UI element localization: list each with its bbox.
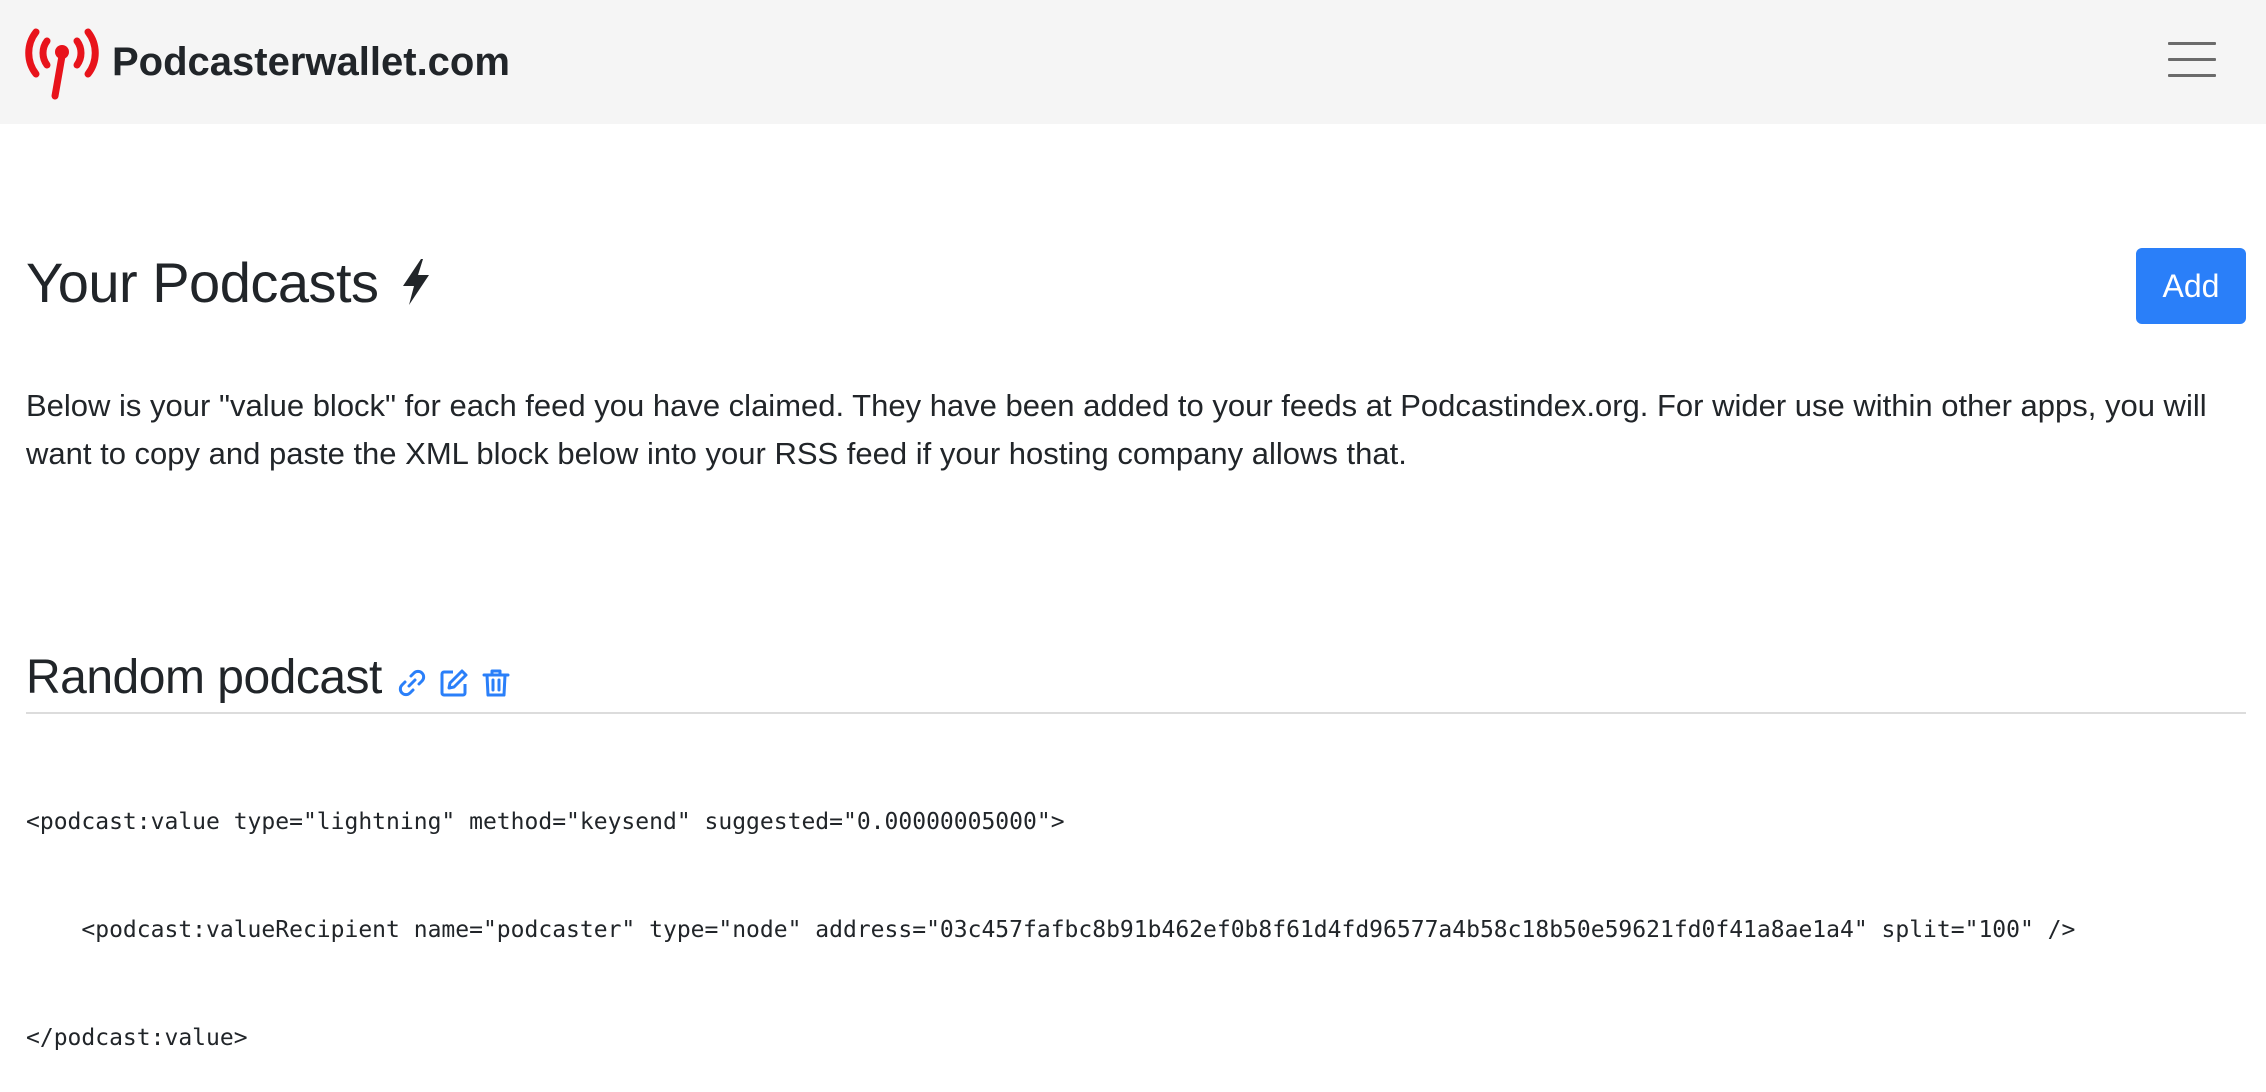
page-title-row: Your Podcasts bbox=[26, 244, 433, 320]
hamburger-menu-icon[interactable] bbox=[2164, 36, 2220, 84]
xml-line: <podcast:value type="lightning" method="… bbox=[26, 809, 1065, 835]
xml-line: <podcast:valueRecipient name="podcaster"… bbox=[26, 917, 2076, 943]
brand-link[interactable]: Podcasterwallet.com bbox=[24, 22, 510, 102]
lightning-bolt-icon bbox=[402, 259, 429, 305]
xml-line: </podcast:value> bbox=[26, 1025, 248, 1051]
description-text: Below is your "value block" for each fee… bbox=[26, 388, 2207, 471]
navbar: Podcasterwallet.com bbox=[0, 0, 2266, 124]
section-divider bbox=[26, 712, 2246, 714]
xml-value-block: <podcast:value type="lightning" method="… bbox=[26, 732, 2246, 1092]
add-button[interactable]: Add bbox=[2136, 248, 2246, 324]
brand-name: Podcasterwallet.com bbox=[112, 39, 510, 84]
page-title: Your Podcasts bbox=[26, 250, 379, 314]
podcast-header: Random podcast bbox=[26, 644, 512, 710]
trash-icon[interactable] bbox=[480, 667, 512, 699]
podcast-title: Random podcast bbox=[26, 650, 382, 704]
broadcast-tower-icon bbox=[25, 28, 99, 100]
edit-icon[interactable] bbox=[438, 667, 470, 699]
link-icon[interactable] bbox=[396, 667, 428, 699]
